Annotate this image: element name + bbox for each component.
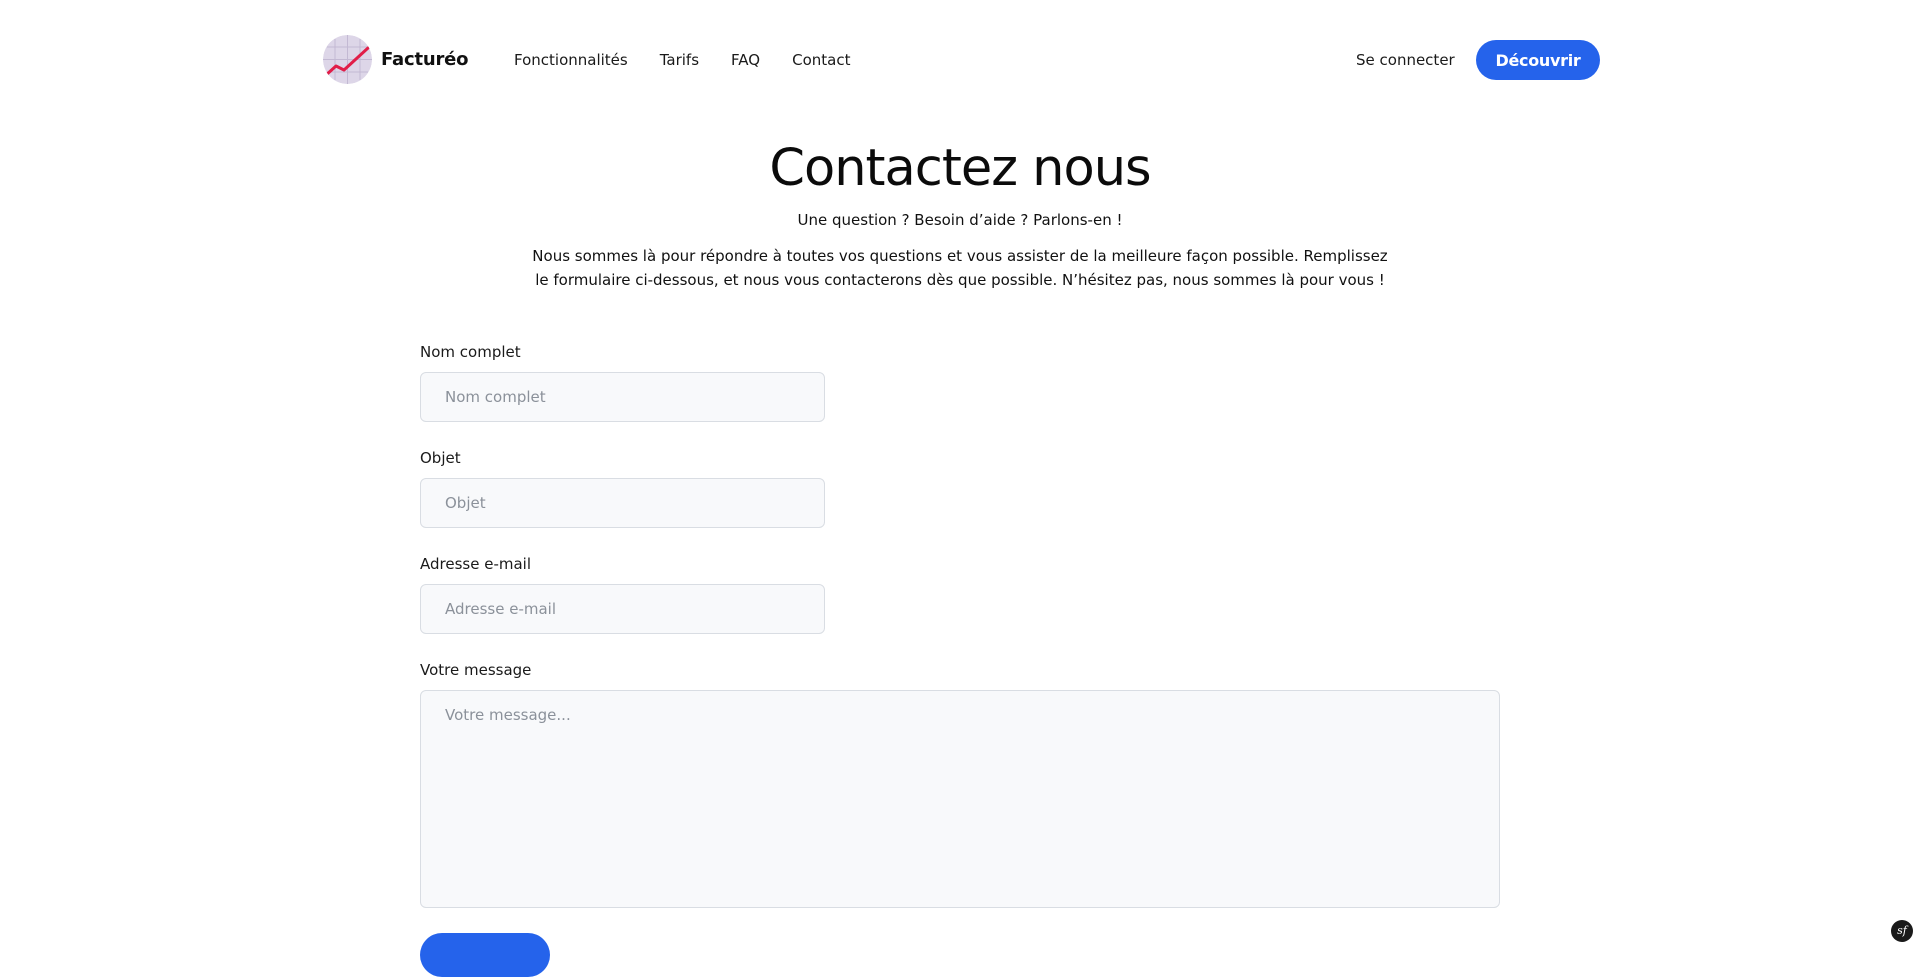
discover-button[interactable]: Découvrir (1476, 40, 1600, 80)
email-label: Adresse e-mail (420, 555, 531, 573)
symfony-icon[interactable]: sf (1891, 920, 1913, 942)
brand-name: Facturéo (381, 49, 469, 70)
message-label: Votre message (420, 661, 532, 679)
message-textarea[interactable] (420, 690, 1500, 908)
subject-input[interactable] (420, 478, 825, 528)
site-header: Facturéo Fonctionnalités Tarifs FAQ Cont… (0, 0, 1920, 120)
brand-logo-link[interactable]: Facturéo (323, 35, 469, 84)
trend-chart-logo-icon (323, 35, 372, 84)
submit-button[interactable] (420, 933, 550, 977)
nav-item-fonctionnalites[interactable]: Fonctionnalités (514, 48, 628, 72)
nav-item-tarifs[interactable]: Tarifs (660, 48, 699, 72)
name-input[interactable] (420, 372, 825, 422)
page-title: Contactez nous (769, 139, 1151, 198)
nav-item-faq[interactable]: FAQ (731, 48, 760, 72)
login-link[interactable]: Se connecter (1356, 48, 1455, 72)
page-subtitle: Une question ? Besoin d’aide ? Parlons-e… (797, 211, 1123, 229)
name-label: Nom complet (420, 343, 521, 361)
email-input[interactable] (420, 584, 825, 634)
nav-item-contact[interactable]: Contact (792, 48, 850, 72)
subject-label: Objet (420, 449, 461, 467)
main-nav: Fonctionnalités Tarifs FAQ Contact (514, 48, 850, 72)
intro-paragraph: Nous sommes là pour répondre à toutes vo… (532, 247, 1388, 289)
